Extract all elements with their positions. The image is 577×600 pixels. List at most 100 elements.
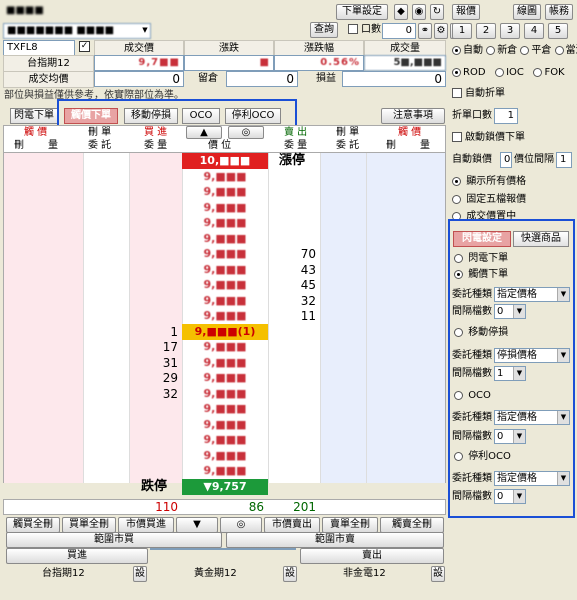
price-cell[interactable]: 9,■■■ <box>182 262 268 278</box>
price-cell[interactable]: 9,■■■ <box>182 432 268 448</box>
del-buy-column[interactable] <box>83 153 129 483</box>
center-button[interactable]: ◎ <box>228 126 264 139</box>
price-cell[interactable]: 9,■■■ <box>182 246 268 262</box>
gap-input[interactable]: 1 <box>556 152 572 168</box>
diamond-icon[interactable]: ◆ <box>394 4 408 20</box>
oco-type-select[interactable]: 指定價格 ▼ <box>494 410 570 425</box>
touch-radio[interactable]: 觸價下單 <box>454 268 508 282</box>
sell-qty-cell[interactable]: 漲停 <box>268 153 316 169</box>
order-qty-input[interactable] <box>150 548 296 550</box>
center-bottom-button[interactable]: ◎ <box>220 517 262 533</box>
tab-flash-settings[interactable]: 閃電設定 <box>453 231 511 247</box>
query-button[interactable]: 查詢 <box>310 22 338 38</box>
price-cell[interactable]: 9,■■■ <box>182 355 268 371</box>
buy-qty-cell[interactable]: 29 <box>130 370 178 386</box>
footer-set-1-button[interactable]: 設 <box>133 566 147 582</box>
tp-oco-radio[interactable]: 停利OCO <box>454 450 511 464</box>
flash-radio[interactable]: 閃電下單 <box>454 252 508 266</box>
mode-radios[interactable]: 自動 新倉 平倉 當沖 <box>452 44 577 58</box>
notice-button[interactable]: 注意事項 <box>381 108 445 124</box>
tab-flash-order[interactable]: 閃電下單 <box>10 108 58 124</box>
buy-clear-button[interactable]: 買單全刪 <box>62 517 116 533</box>
price-cell[interactable]: 9,■■■ <box>182 401 268 417</box>
market-sell-button[interactable]: 市價賣出 <box>264 517 320 533</box>
price-cell[interactable]: 9,■■■ <box>182 169 268 185</box>
checkbox-icon[interactable]: ✓ <box>79 41 90 52</box>
buy-column[interactable] <box>129 153 182 483</box>
sell-qty-cell[interactable]: 32 <box>268 293 316 309</box>
price-cell[interactable]: 9,■■■ <box>182 339 268 355</box>
buy-qty-cell[interactable]: 17 <box>130 339 178 355</box>
fixed5-radio[interactable]: 固定五檔報價 <box>452 193 526 207</box>
touch-buy-clear-button[interactable]: 觸買全刪 <box>6 517 60 533</box>
footer-contract-1[interactable]: 台指期12 <box>42 567 85 581</box>
move-stop-radio[interactable]: 移動停損 <box>454 326 508 340</box>
price-cell[interactable]: 9,■■■ <box>182 417 268 433</box>
footer-contract-2[interactable]: 黃金期12 <box>194 567 237 581</box>
quote-button[interactable]: 報價 <box>452 4 480 20</box>
sell-button[interactable]: 賣出 <box>300 548 444 564</box>
price-cell[interactable]: 9,■■■ <box>182 448 268 464</box>
move-type-select[interactable]: 停損價格 ▼ <box>494 348 570 363</box>
price-cell[interactable]: 9,■■■ <box>182 463 268 479</box>
page-4-button[interactable]: 4 <box>524 23 544 39</box>
footer-set-2-button[interactable]: 設 <box>283 566 297 582</box>
page-1-button[interactable]: 1 <box>452 23 472 39</box>
footer-contract-3[interactable]: 非金電12 <box>343 567 386 581</box>
range-buy-button[interactable]: 範圍市買 <box>6 532 222 548</box>
auto-lock-input[interactable]: 0 <box>500 152 512 168</box>
footer-set-3-button[interactable]: 設 <box>431 566 445 582</box>
eye-icon[interactable]: ◉ <box>412 4 426 20</box>
settings-icon[interactable]: ⚙ <box>434 23 448 39</box>
price-cell[interactable]: 10,■■■ <box>182 153 268 169</box>
page-2-button[interactable]: 2 <box>476 23 496 39</box>
chevron-down-icon[interactable]: ▼ <box>140 24 150 36</box>
auto-split-checkbox[interactable]: 自動折單 <box>452 87 505 101</box>
buy-qty-cell[interactable]: 1 <box>130 324 178 340</box>
buy-qty-cell[interactable]: 32 <box>130 386 178 402</box>
price-cell[interactable]: 9,■■■(1) <box>182 323 268 340</box>
price-cell[interactable]: 9,■■■ <box>182 386 268 402</box>
buy-qty-cell[interactable]: 31 <box>130 355 178 371</box>
link-icon[interactable]: ⚭ <box>418 23 432 39</box>
refresh-icon[interactable]: ↻ <box>430 4 444 20</box>
lots-input[interactable]: 0 <box>382 23 416 39</box>
symbol-select[interactable]: TXFL8 <box>3 40 75 56</box>
tp-gap-select[interactable]: 0 ▼ <box>494 489 526 504</box>
account-button[interactable]: 帳務 <box>545 4 573 20</box>
price-cell[interactable]: 9,■■■ <box>182 293 268 309</box>
account-select[interactable]: ■■■■■■■ ■■■■ <box>3 23 151 39</box>
price-cell[interactable]: 9,■■■ <box>182 231 268 247</box>
sell-qty-cell[interactable]: 45 <box>268 277 316 293</box>
split-qty-input[interactable]: 1 <box>494 108 518 124</box>
tab-quick-products[interactable]: 快選商品 <box>513 231 569 247</box>
order-setting-button[interactable]: 下單設定 <box>336 4 388 20</box>
page-3-button[interactable]: 3 <box>500 23 520 39</box>
sell-qty-cell[interactable]: 70 <box>268 246 316 262</box>
order-type-select[interactable]: 指定價格 ▼ <box>494 287 570 302</box>
tp-type-select[interactable]: 指定價格 ▼ <box>494 471 570 486</box>
del-sell-column[interactable] <box>320 153 366 483</box>
price-cell[interactable]: 9,■■■ <box>182 200 268 216</box>
market-buy-button[interactable]: 市價買進 <box>118 517 174 533</box>
price-cell[interactable]: 9,■■■ <box>182 277 268 293</box>
price-cell[interactable]: 9,■■■ <box>182 184 268 200</box>
touch-sell-clear-button[interactable]: 觸賣全刪 <box>380 517 444 533</box>
oco-gap-select[interactable]: 0 ▼ <box>494 429 526 444</box>
move-gap-select[interactable]: 1 ▼ <box>494 366 526 381</box>
tif-radios[interactable]: ROD IOC FOK <box>452 66 565 80</box>
price-cell[interactable]: 9,■■■ <box>182 370 268 386</box>
scroll-up-button[interactable]: ▲ <box>186 126 222 139</box>
price-cell[interactable]: 9,■■■ <box>182 308 268 324</box>
sell-clear-button[interactable]: 賣單全刪 <box>322 517 378 533</box>
touch-buy-column[interactable] <box>3 153 83 483</box>
buy-button[interactable]: 買進 <box>6 548 148 564</box>
price-cell[interactable]: 9,■■■ <box>182 215 268 231</box>
page-5-button[interactable]: 5 <box>548 23 568 39</box>
lock-order-checkbox[interactable]: 啟動鎖價下單 <box>452 131 525 145</box>
chart-button[interactable]: 線圖 <box>513 4 541 20</box>
gap-ticks-select[interactable]: 0 ▼ <box>494 304 526 319</box>
range-sell-button[interactable]: 範圍市賣 <box>226 532 444 548</box>
oco-radio[interactable]: OCO <box>454 389 491 403</box>
buy-qty-cell[interactable]: 跌停 <box>130 479 178 495</box>
